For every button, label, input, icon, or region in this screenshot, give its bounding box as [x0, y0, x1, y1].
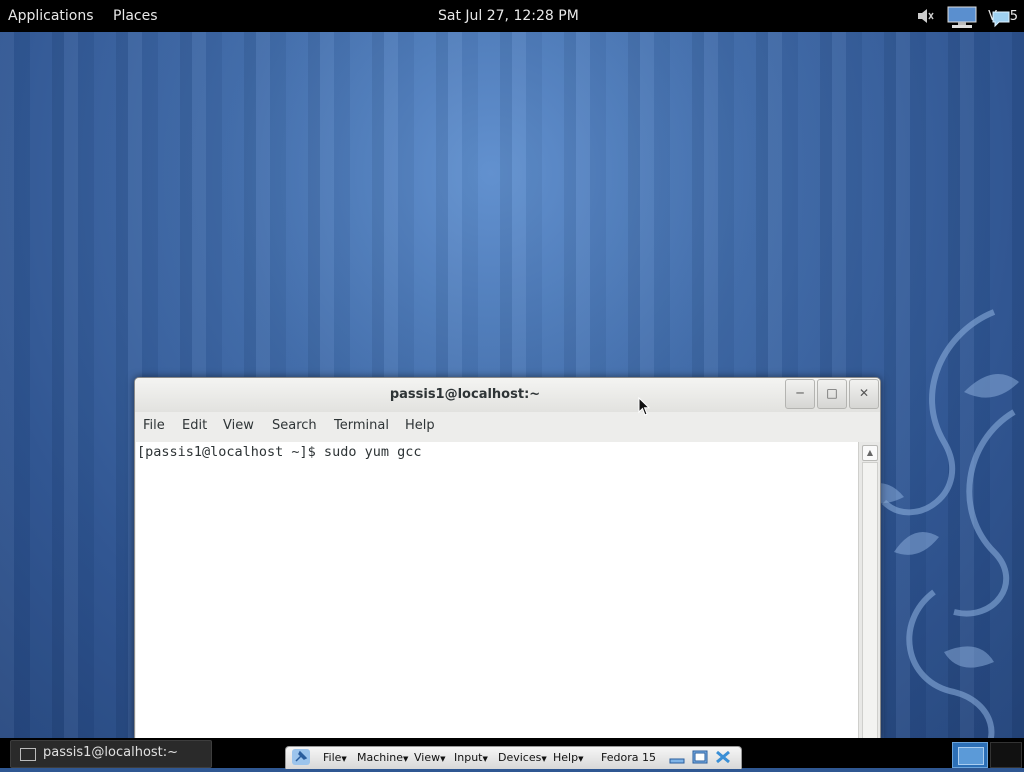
restore-vm-icon[interactable] — [692, 750, 708, 767]
menu-search[interactable]: Search — [272, 418, 317, 433]
menu-edit[interactable]: Edit — [182, 418, 207, 433]
pin-icon[interactable] — [292, 749, 310, 768]
vbox-menu-help[interactable]: Help▼ — [553, 751, 583, 764]
minimize-icon: ─ — [796, 386, 804, 400]
menu-terminal[interactable]: Terminal — [334, 418, 389, 433]
places-menu[interactable]: Places — [113, 8, 158, 24]
vbox-menu-label: View — [414, 751, 441, 764]
clock[interactable]: Sat Jul 27, 12:28 PM — [438, 8, 579, 24]
applications-menu[interactable]: Applications — [8, 8, 94, 24]
workspace-window-preview — [958, 747, 984, 765]
menu-help[interactable]: Help — [405, 418, 435, 433]
terminal-menubar: File Edit View Search Terminal Help — [135, 416, 880, 438]
top-panel: Applications Places Sat Jul 27, 12:28 PM… — [0, 0, 1024, 32]
mouse-pointer-icon — [638, 397, 651, 416]
window-title: passis1@localhost:~ — [389, 387, 541, 402]
virtualbox-menubar: File▼ Machine▼ View▼ Input▼ Devices▼ Hel… — [285, 746, 742, 769]
menu-file[interactable]: File — [143, 418, 165, 433]
chevron-down-icon: ▼ — [341, 755, 347, 763]
vm-name: Fedora 15 — [601, 751, 656, 764]
close-vm-icon[interactable] — [715, 750, 731, 767]
chevron-down-icon: ▼ — [403, 755, 409, 763]
terminal-icon — [20, 748, 36, 761]
network-icon[interactable] — [946, 5, 978, 28]
chevron-down-icon: ▼ — [440, 755, 446, 763]
menu-view[interactable]: View — [223, 418, 254, 433]
maximize-button[interactable]: □ — [817, 379, 847, 409]
volume-muted-icon[interactable] — [914, 5, 936, 27]
vbox-menu-input[interactable]: Input▼ — [454, 751, 488, 764]
vbox-menu-devices[interactable]: Devices▼ — [498, 751, 547, 764]
taskbar-item-terminal[interactable]: passis1@localhost:~ — [10, 740, 212, 768]
vbox-menu-view[interactable]: View▼ — [414, 751, 446, 764]
close-button[interactable]: ✕ — [849, 379, 879, 409]
taskbar-item-label: passis1@localhost:~ — [43, 745, 179, 760]
chat-icon[interactable] — [990, 8, 1012, 30]
chevron-down-icon: ▼ — [578, 755, 584, 763]
vbox-menu-label: Help — [553, 751, 579, 764]
terminal-window[interactable]: passis1@localhost:~ ─ □ ✕ File Edit View… — [134, 377, 881, 739]
minimize-vm-icon[interactable] — [669, 750, 685, 767]
scroll-trough[interactable] — [862, 462, 878, 739]
scroll-up-icon[interactable]: ▲ — [862, 445, 878, 461]
chevron-down-icon: ▼ — [482, 755, 488, 763]
vbox-menu-label: Input — [454, 751, 483, 764]
terminal-output[interactable]: [passis1@localhost ~]$ sudo yum gcc — [136, 442, 858, 739]
vbox-menu-machine[interactable]: Machine▼ — [357, 751, 408, 764]
close-icon: ✕ — [858, 386, 870, 400]
command-line: [passis1@localhost ~]$ sudo yum gcc — [137, 444, 422, 460]
vbox-menu-label: Devices — [498, 751, 542, 764]
workspace-1[interactable] — [952, 742, 988, 768]
vbox-menu-label: File — [323, 751, 342, 764]
vbox-menu-label: Machine — [357, 751, 404, 764]
maximize-icon: □ — [826, 386, 838, 400]
window-titlebar[interactable]: passis1@localhost:~ ─ □ ✕ — [135, 378, 880, 412]
vbox-menu-file[interactable]: File▼ — [323, 751, 347, 764]
minimize-button[interactable]: ─ — [785, 379, 815, 409]
chevron-down-icon: ▼ — [541, 755, 547, 763]
workspace-2[interactable] — [990, 742, 1022, 768]
scrollbar[interactable]: ▲ — [858, 442, 880, 739]
